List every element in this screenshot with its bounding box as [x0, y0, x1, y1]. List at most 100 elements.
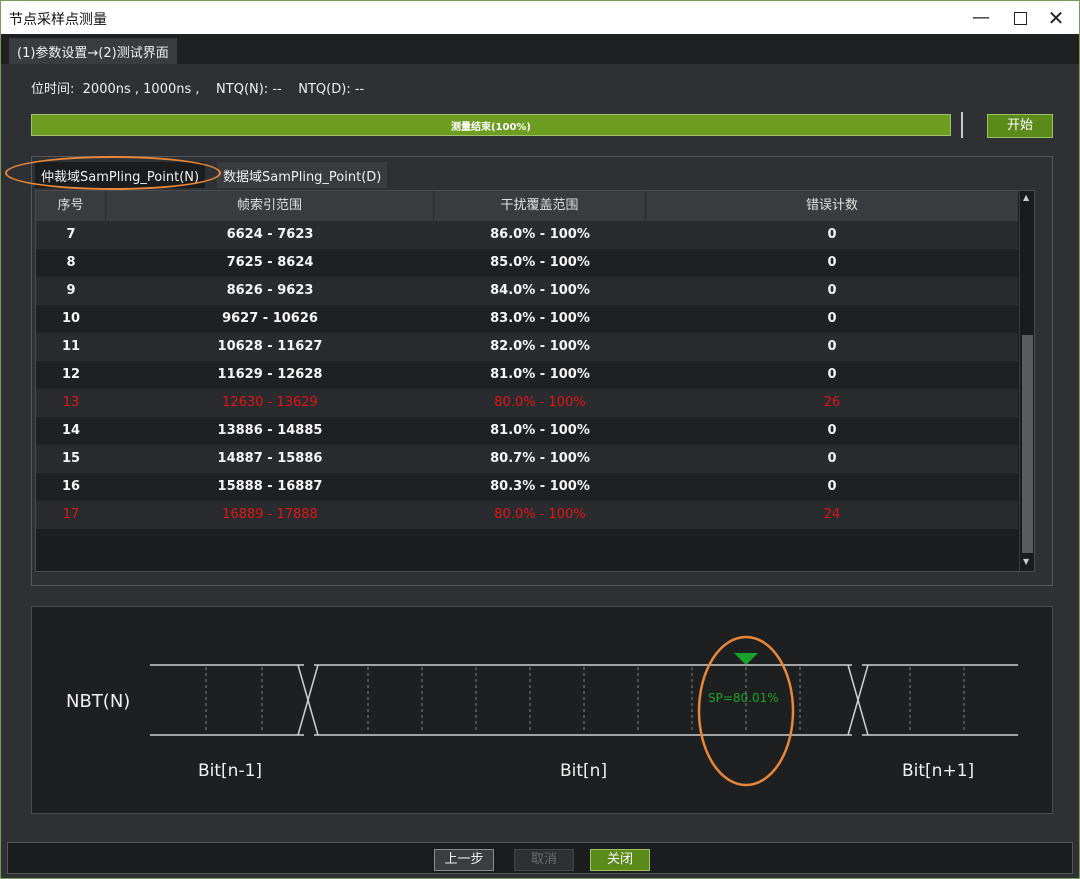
table-row[interactable]: 17 16889 - 17888 80.0% - 100% 24: [36, 501, 1018, 529]
cell-coverage: 83.0% - 100%: [490, 311, 590, 326]
cell-error-count: 0: [827, 451, 837, 466]
cell-frame-range: 16889 - 17888: [222, 507, 318, 522]
cell-frame-range: 6624 - 7623: [226, 227, 314, 242]
maximize-button[interactable]: [1005, 5, 1035, 31]
table-row[interactable]: 14 13886 - 14885 81.0% - 100% 0: [36, 417, 1018, 445]
bit-waveform: [150, 635, 1018, 787]
cell-error-count: 24: [823, 507, 841, 522]
cell-index: 15: [61, 451, 81, 466]
cell-index: 8: [66, 255, 76, 270]
timing-diagram: NBT(N) SP=80.01% Bit[n-1] Bit[n] Bit[n+1…: [31, 606, 1053, 814]
divider: [961, 112, 963, 138]
cell-index: 16: [61, 479, 81, 494]
minimize-button[interactable]: —: [966, 5, 996, 31]
table-row[interactable]: 8 7625 - 8624 85.0% - 100% 0: [36, 249, 1018, 277]
tab-data[interactable]: 数据域SamPling_Point(D): [217, 162, 388, 188]
bit-label-next: Bit[n+1]: [902, 761, 975, 781]
close-icon: ✕: [1047, 6, 1065, 30]
col-header-index[interactable]: 序号: [36, 191, 106, 221]
ntq-d-label: NTQ(D):: [298, 82, 351, 97]
table-row[interactable]: 15 14887 - 15886 80.7% - 100% 0: [36, 445, 1018, 473]
cell-error-count: 0: [827, 283, 837, 298]
cell-frame-range: 12630 - 13629: [222, 395, 318, 410]
cell-error-count: 0: [827, 479, 837, 494]
col-header-coverage[interactable]: 干扰覆盖范围: [434, 191, 646, 221]
sample-point-value: SP=80.01%: [708, 691, 779, 705]
progress-label: 测量结束(100%): [450, 122, 532, 133]
table-row[interactable]: 11 10628 - 11627 82.0% - 100% 0: [36, 333, 1018, 361]
cell-index: 7: [66, 227, 76, 242]
table-row[interactable]: 10 9627 - 10626 83.0% - 100% 0: [36, 305, 1018, 333]
maximize-icon: [1013, 11, 1027, 25]
ntq-n-value: --: [272, 82, 282, 97]
cell-error-count: 0: [827, 367, 837, 382]
table-row[interactable]: 9 8626 - 9623 84.0% - 100% 0: [36, 277, 1018, 305]
cell-frame-range: 7625 - 8624: [226, 255, 314, 270]
table-row[interactable]: 13 12630 - 13629 80.0% - 100% 26: [36, 389, 1018, 417]
window-title: 节点采样点测量: [9, 12, 107, 28]
cell-index: 10: [61, 311, 81, 326]
measurement-progress-bar: 测量结束(100%): [31, 114, 951, 136]
cell-index: 14: [61, 423, 81, 438]
app-body: (1)参数设置→(2)测试界面 位时间: 2000ns , 1000ns , N…: [0, 34, 1080, 879]
cell-frame-range: 13886 - 14885: [217, 423, 323, 438]
scroll-up-icon[interactable]: ▲: [1023, 193, 1029, 202]
cell-error-count: 26: [823, 395, 841, 410]
cell-frame-range: 11629 - 12628: [217, 367, 323, 382]
table-scrollbar[interactable]: ▲ ▼: [1019, 191, 1034, 571]
cell-error-count: 0: [827, 311, 837, 326]
bit-label-current: Bit[n]: [560, 761, 608, 781]
table-row[interactable]: 16 15888 - 16887 80.3% - 100% 0: [36, 473, 1018, 501]
prev-step-button[interactable]: 上一步: [434, 849, 494, 871]
cell-frame-range: 14887 - 15886: [217, 451, 323, 466]
ntq-n-label: NTQ(N):: [216, 82, 269, 97]
table-row[interactable]: 7 6624 - 7623 86.0% - 100% 0: [36, 221, 1018, 249]
table-body: 7 6624 - 7623 86.0% - 100% 0 8 7625 - 8624 85.…: [36, 221, 1018, 529]
signal-label: NBT(N): [66, 691, 131, 712]
close-button[interactable]: 关闭: [590, 849, 650, 871]
col-header-error-count[interactable]: 错误计数: [646, 191, 1018, 221]
wizard-nav: (1)参数设置→(2)测试界面: [1, 34, 1079, 64]
ntq-d-value: --: [354, 82, 365, 97]
scrollbar-thumb[interactable]: [1022, 335, 1033, 553]
cell-frame-range: 8626 - 9623: [226, 283, 314, 298]
cell-coverage: 84.0% - 100%: [490, 283, 590, 298]
bottom-button-bar: 上一步 取消 关闭: [7, 842, 1073, 874]
cell-index: 13: [62, 395, 80, 410]
table-row[interactable]: 12 11629 - 12628 81.0% - 100% 0: [36, 361, 1018, 389]
cell-index: 11: [61, 339, 81, 354]
start-button[interactable]: 开始: [987, 114, 1053, 138]
sample-point-marker-icon: [734, 653, 758, 665]
cell-frame-range: 15888 - 16887: [217, 479, 323, 494]
cell-index: 12: [61, 367, 81, 382]
minimize-icon: —: [972, 7, 990, 28]
scroll-down-icon[interactable]: ▼: [1023, 557, 1029, 566]
cell-coverage: 85.0% - 100%: [490, 255, 590, 270]
window-titlebar: 节点采样点测量 — ✕: [0, 0, 1080, 34]
bit-time-label: 位时间:: [31, 82, 75, 97]
cell-coverage: 82.0% - 100%: [490, 339, 590, 354]
cell-index: 9: [66, 283, 76, 298]
results-table: 序号 帧索引范围 干扰覆盖范围 错误计数 7 6624 - 7623 86.0% -…: [35, 190, 1035, 572]
cell-coverage: 81.0% - 100%: [490, 423, 590, 438]
cell-coverage: 81.0% - 100%: [490, 367, 590, 382]
cell-error-count: 0: [827, 227, 837, 242]
cell-coverage: 80.3% - 100%: [490, 479, 590, 494]
bit-label-prev: Bit[n-1]: [198, 761, 263, 781]
bit-time-value: 2000ns , 1000ns ,: [82, 82, 200, 97]
cell-frame-range: 10628 - 11627: [217, 339, 323, 354]
col-header-frame-range[interactable]: 帧索引范围: [106, 191, 434, 221]
cell-error-count: 0: [827, 255, 837, 270]
cancel-button[interactable]: 取消: [514, 849, 574, 871]
close-window-button[interactable]: ✕: [1041, 5, 1071, 31]
cell-frame-range: 9627 - 10626: [222, 311, 318, 326]
cell-coverage: 80.0% - 100%: [494, 507, 586, 522]
highlight-circle: [5, 156, 221, 190]
bit-time-params: 位时间: 2000ns , 1000ns , NTQ(N): -- NTQ(D)…: [31, 78, 364, 97]
cell-index: 17: [62, 507, 80, 522]
cell-coverage: 80.7% - 100%: [490, 451, 590, 466]
cell-coverage: 86.0% - 100%: [490, 227, 590, 242]
cell-coverage: 80.0% - 100%: [494, 395, 586, 410]
cell-error-count: 0: [827, 423, 837, 438]
wizard-breadcrumb[interactable]: (1)参数设置→(2)测试界面: [9, 38, 177, 64]
